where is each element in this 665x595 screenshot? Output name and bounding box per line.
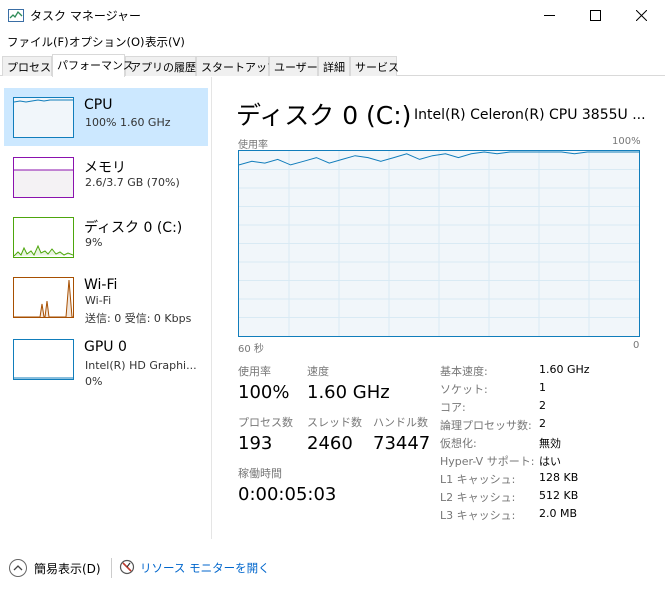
info-label: ソケット: — [440, 383, 488, 396]
minimize-button[interactable] — [526, 0, 572, 31]
menu-view[interactable]: 表示(V) — [145, 34, 185, 50]
gpu-thumbnail-graph — [13, 339, 74, 380]
uptime-value: 0:00:05:03 — [238, 484, 337, 505]
menu-options[interactable]: オプション(O) — [69, 34, 145, 50]
task-manager-icon — [8, 9, 24, 22]
info-value: 2 — [539, 399, 546, 412]
wifi-thumbnail-graph — [13, 277, 74, 318]
menu-bar: ファイル(F) オプション(O) 表示(V) — [0, 31, 665, 53]
resource-monitor-icon — [119, 559, 135, 575]
info-value: 2 — [539, 417, 546, 430]
tab-bar: プロセス パフォーマンス アプリの履歴 スタートアップ ユーザー 詳細 サービス — [0, 54, 665, 77]
info-label: コア: — [440, 401, 466, 414]
info-label: 仮想化: — [440, 437, 477, 450]
sidebar-item-title: Wi-Fi — [84, 277, 118, 293]
fewer-details-label: 簡易表示(D) — [34, 562, 101, 576]
usage-graph-canvas — [239, 151, 639, 336]
bottom-separator — [111, 558, 112, 578]
memory-thumbnail-graph — [13, 157, 74, 198]
sidebar-item-wifi[interactable]: Wi-Fi Wi-Fi 送信: 0 受信: 0 Kbps — [4, 268, 208, 326]
sidebar-item-memory[interactable]: メモリ 2.6/3.7 GB (70%) — [4, 148, 208, 206]
info-label: L2 キャッシュ: — [440, 491, 516, 504]
speed-value: 1.60 GHz — [307, 382, 390, 403]
sidebar-item-subtitle: Intel(R) HD Graphi... — [85, 359, 197, 372]
title-bar: タスク マネージャー — [0, 0, 665, 31]
info-value: 128 KB — [539, 471, 579, 484]
usage-value: 100% — [238, 382, 290, 403]
usage-graph — [238, 150, 640, 337]
sidebar-item-gpu[interactable]: GPU 0 Intel(R) HD Graphi... 0% — [4, 330, 208, 388]
graph-top-right-label: 100% — [612, 136, 641, 147]
graph-top-left-label: 使用率 — [238, 140, 268, 151]
processes-label: プロセス数 — [238, 416, 293, 429]
chevron-up-icon — [9, 559, 27, 577]
info-label: Hyper-V サポート: — [440, 455, 535, 468]
tab-performance[interactable]: パフォーマンス — [52, 54, 134, 77]
open-resource-monitor-label: リソース モニターを開く — [140, 561, 270, 575]
close-icon — [635, 10, 647, 21]
info-label: L1 キャッシュ: — [440, 473, 516, 486]
threads-label: スレッド数 — [307, 416, 362, 429]
close-button[interactable] — [618, 0, 664, 31]
sidebar-item-title: GPU 0 — [84, 339, 127, 355]
minimize-icon — [543, 15, 555, 16]
sidebar-item-title: CPU — [84, 97, 113, 113]
sidebar-item-detail: 送信: 0 受信: 0 Kbps — [85, 312, 192, 325]
info-value: 512 KB — [539, 489, 579, 502]
page-title: ディスク 0 (C:) — [236, 101, 412, 130]
maximize-button[interactable] — [572, 0, 618, 31]
info-label: 論理プロセッサ数: — [440, 419, 532, 432]
info-value: 1.60 GHz — [539, 363, 590, 376]
performance-sidebar: CPU 100% 1.60 GHz メモリ 2.6/3.7 GB (70%) デ… — [0, 77, 212, 539]
cpu-thumbnail-graph — [13, 97, 74, 138]
handles-value: 73447 — [373, 433, 431, 454]
disk-thumbnail-graph — [13, 217, 74, 258]
sidebar-item-title: メモリ — [84, 160, 126, 176]
graph-bottom-right-label: 0 — [633, 340, 640, 351]
tab-app-history[interactable]: アプリの履歴 — [125, 56, 196, 76]
info-label: 基本速度: — [440, 365, 488, 378]
maximize-icon — [589, 10, 601, 21]
info-value: 2.0 MB — [539, 507, 578, 520]
speed-label: 速度 — [307, 365, 329, 378]
window-title: タスク マネージャー — [30, 9, 141, 23]
sidebar-item-subtitle: Wi-Fi — [85, 294, 112, 307]
tab-processes[interactable]: プロセス — [2, 56, 52, 76]
tab-details[interactable]: 詳細 — [318, 56, 350, 76]
tab-users[interactable]: ユーザー — [269, 56, 318, 76]
sidebar-item-subtitle: 2.6/3.7 GB (70%) — [85, 176, 180, 189]
sidebar-item-title: ディスク 0 (C:) — [84, 220, 183, 236]
uptime-label: 稼働時間 — [238, 467, 282, 480]
bottom-bar: 簡易表示(D) リソース モニターを開く — [0, 548, 665, 588]
processor-model: Intel(R) Celeron(R) CPU 3855U ... — [414, 107, 646, 123]
usage-label: 使用率 — [238, 365, 271, 378]
threads-value: 2460 — [307, 433, 353, 454]
sidebar-item-cpu[interactable]: CPU 100% 1.60 GHz — [4, 88, 208, 146]
tab-startup[interactable]: スタートアップ — [196, 56, 278, 76]
graph-bottom-left-label: 60 秒 — [238, 344, 264, 355]
info-value: 1 — [539, 381, 546, 394]
sidebar-item-disk[interactable]: ディスク 0 (C:) 9% — [4, 208, 208, 266]
info-value: 無効 — [539, 437, 561, 450]
handles-label: ハンドル数 — [373, 416, 428, 429]
sidebar-item-subtitle: 9% — [85, 236, 103, 249]
info-value: はい — [539, 455, 561, 468]
info-label: L3 キャッシュ: — [440, 509, 516, 522]
menu-file[interactable]: ファイル(F) — [7, 34, 69, 50]
tab-services[interactable]: サービス — [350, 56, 399, 76]
sidebar-item-detail: 0% — [85, 375, 103, 388]
sidebar-item-subtitle: 100% 1.60 GHz — [85, 116, 171, 129]
processes-value: 193 — [238, 433, 273, 454]
